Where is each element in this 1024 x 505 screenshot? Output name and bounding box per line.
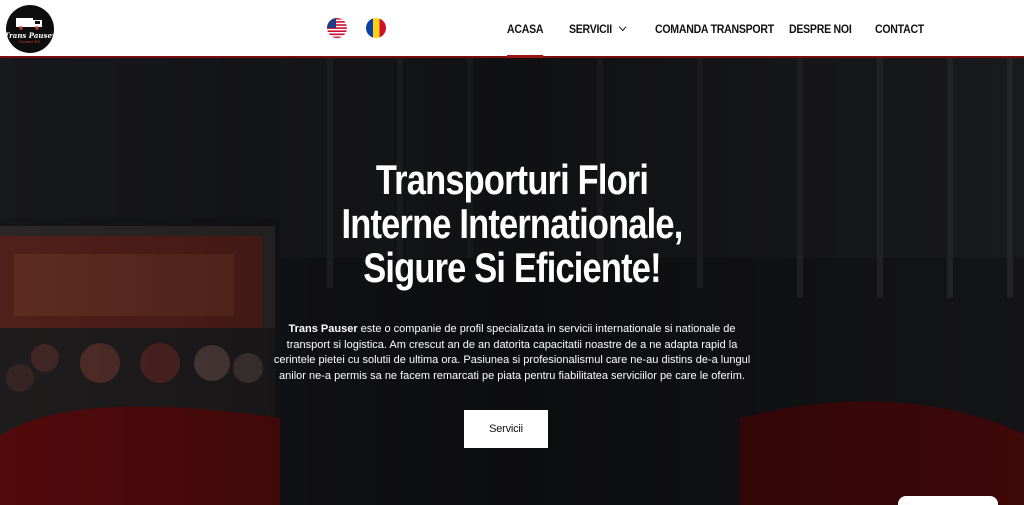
- us-flag-icon[interactable]: [327, 18, 347, 38]
- truck-icon: [16, 18, 42, 30]
- hero-description-company: Trans Pauser: [288, 323, 358, 335]
- site-header: Trans Pauser Romania SRL ACASA SERVICII …: [0, 0, 1024, 58]
- nav-acasa-label: ACASA: [507, 22, 544, 36]
- nav-despre-noi-label: DESPRE NOI: [789, 22, 852, 36]
- chat-widget[interactable]: [898, 496, 998, 505]
- hero-title: Transporturi Flori Interne International…: [212, 158, 812, 290]
- servicii-button[interactable]: Servicii: [464, 410, 548, 448]
- logo-title: Trans Pauser: [6, 31, 54, 40]
- hero-title-line-3: Sigure Si Eficiente!: [363, 244, 661, 291]
- hero-description: Trans Pauser este o companie de profil s…: [272, 322, 752, 384]
- hero-title-line-2: Interne Internationale,: [341, 200, 684, 247]
- nav-acasa[interactable]: ACASA: [507, 0, 543, 58]
- nav-contact-label: CONTACT: [875, 22, 924, 36]
- nav-despre-noi[interactable]: DESPRE NOI: [789, 0, 852, 58]
- nav-servicii-label: SERVICII: [569, 22, 612, 36]
- nav-contact[interactable]: CONTACT: [875, 0, 924, 58]
- nav-comanda-transport[interactable]: COMANDA TRANSPORT: [655, 0, 774, 58]
- hero-title-line-1: Transporturi Flori: [375, 156, 649, 203]
- logo-subtitle: Romania SRL: [19, 40, 41, 44]
- ro-flag-icon[interactable]: [366, 18, 386, 38]
- nav-servicii[interactable]: SERVICII: [569, 0, 627, 58]
- logo[interactable]: Trans Pauser Romania SRL: [6, 5, 54, 53]
- chevron-down-icon: [618, 22, 627, 32]
- nav-comanda-transport-label: COMANDA TRANSPORT: [655, 22, 774, 36]
- hero-section: Transporturi Flori Interne International…: [0, 58, 1024, 505]
